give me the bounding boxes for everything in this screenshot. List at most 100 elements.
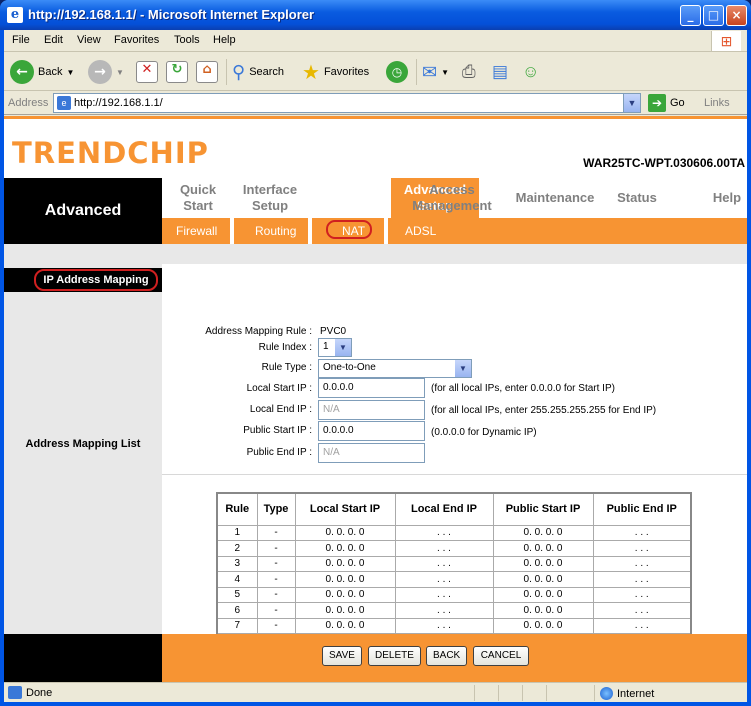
history-button[interactable]: ◷: [386, 58, 408, 86]
menu-tools[interactable]: Tools: [174, 34, 200, 46]
rule-index-select[interactable]: 1 ▼: [318, 338, 352, 357]
table-cell: 5: [216, 586, 258, 603]
section-divider: [162, 474, 747, 475]
subtab-firewall[interactable]: Firewall: [176, 224, 217, 238]
subtab-routing[interactable]: Routing: [255, 224, 296, 238]
public-start-hint: (0.0.0.0 for Dynamic IP): [431, 427, 537, 438]
home-button[interactable]: ⌂: [196, 58, 218, 86]
ie-icon: e: [7, 7, 23, 23]
favorites-button[interactable]: ★ Favorites: [302, 58, 369, 86]
tab-access-management[interactable]: Access Management: [402, 182, 502, 214]
back-label: Back: [38, 66, 63, 78]
menu-help[interactable]: Help: [213, 34, 236, 46]
public-start-input[interactable]: 0.0.0.0: [318, 421, 425, 441]
col-rule: Rule: [216, 492, 258, 526]
page-content: TRENDCHIP WAR25TC-WPT.030606.00TA Advanc…: [4, 116, 747, 682]
stop-icon: ✕: [136, 61, 158, 83]
rule-type-value: One-to-One: [323, 362, 376, 373]
nav-section-title: Advanced: [44, 202, 122, 219]
local-start-input[interactable]: 0.0.0.0: [318, 378, 425, 398]
zone-label: Internet: [617, 687, 655, 700]
menu-edit[interactable]: Edit: [44, 34, 63, 46]
top-accent-bar: [4, 116, 747, 119]
table-cell: . . .: [394, 524, 494, 541]
back-button[interactable]: ← Back ▼: [10, 58, 74, 86]
close-button[interactable]: ×: [726, 5, 747, 26]
cancel-button[interactable]: CANCEL: [473, 646, 529, 666]
print-button[interactable]: ⎙: [462, 58, 476, 86]
model-string: WAR25TC-WPT.030606.00TA: [583, 156, 745, 170]
table-row: 4-0. 0. 0. 0. . . 0. 0. 0. 0. . .: [216, 571, 692, 588]
public-end-input[interactable]: N/A: [318, 443, 425, 463]
tab-maintenance[interactable]: Maintenance: [510, 190, 600, 206]
table-cell: 0. 0. 0. 0: [294, 524, 396, 541]
rule-value: PVC0: [320, 326, 347, 337]
table-cell: . . .: [592, 602, 692, 619]
save-button[interactable]: SAVE: [322, 646, 362, 666]
edit-button[interactable]: ▤: [492, 58, 508, 86]
minimize-button[interactable]: _: [680, 5, 701, 26]
back-arrow-icon: ←: [10, 60, 34, 84]
subtab-adsl[interactable]: ADSL: [405, 224, 436, 238]
tab-status[interactable]: Status: [612, 190, 662, 206]
table-row: 3-0. 0. 0. 0. . . 0. 0. 0. 0. . .: [216, 555, 692, 572]
rule-type-select[interactable]: One-to-One ▼: [318, 359, 472, 378]
history-icon: ◷: [386, 61, 408, 83]
subtab-nat[interactable]: NAT: [342, 224, 365, 238]
table-cell: 0. 0. 0. 0: [492, 571, 594, 588]
tab-help[interactable]: Help: [707, 190, 747, 206]
mapping-table: Rule Type Local Start IP Local End IP Pu…: [216, 492, 692, 650]
edit-page-icon: ▤: [492, 62, 509, 81]
menu-view[interactable]: View: [77, 34, 101, 46]
chevron-down-icon: ▼: [455, 360, 471, 377]
refresh-button[interactable]: ↻: [166, 58, 188, 86]
table-row: 1-0. 0. 0. 0. . . 0. 0. 0. 0. . .: [216, 524, 692, 541]
stop-button[interactable]: ✕: [136, 58, 158, 86]
table-cell: -: [256, 586, 296, 603]
status-text: Done: [26, 687, 53, 699]
delete-button[interactable]: DELETE: [368, 646, 421, 666]
table-cell: -: [256, 555, 296, 572]
maximize-button[interactable]: □: [703, 5, 724, 26]
brand-logo: TRENDCHIP: [12, 136, 209, 170]
forward-button[interactable]: → ▼: [88, 58, 124, 86]
messenger-button[interactable]: ☺: [522, 58, 539, 86]
section-title-box: IP Address Mapping: [4, 268, 162, 292]
address-bar: Address e http://192.168.1.1/ ▼ ➔ Go Lin…: [4, 92, 747, 115]
menu-favorites[interactable]: Favorites: [114, 34, 159, 46]
address-dropdown-icon[interactable]: ▼: [623, 94, 640, 112]
table-cell: . . .: [592, 555, 692, 572]
mail-button[interactable]: ✉ ▼: [422, 58, 449, 86]
table-cell: 0. 0. 0. 0: [294, 540, 396, 557]
home-icon: ⌂: [196, 61, 218, 83]
table-cell: . . .: [592, 540, 692, 557]
star-icon: ★: [302, 61, 320, 84]
table-cell: . . .: [592, 571, 692, 588]
col-public-start: Public Start IP: [492, 492, 594, 526]
search-icon: ⚲: [232, 61, 246, 82]
local-end-label: Local End IP :: [249, 404, 312, 415]
tab-interface-setup[interactable]: Interface Setup: [238, 182, 302, 214]
security-zone: Internet: [600, 687, 654, 700]
search-button[interactable]: ⚲ Search: [232, 58, 284, 86]
table-cell: 0. 0. 0. 0: [492, 540, 594, 557]
back-page-button[interactable]: BACK: [426, 646, 468, 666]
refresh-icon: ↻: [166, 61, 188, 83]
rule-label: Address Mapping Rule :: [205, 326, 312, 337]
table-cell: 0. 0. 0. 0: [294, 602, 396, 619]
list-title: Address Mapping List: [25, 438, 141, 450]
sub-nav: Firewall Routing NAT ADSL: [162, 218, 747, 244]
table-row: 2-0. 0. 0. 0. . . 0. 0. 0. 0. . .: [216, 540, 692, 557]
links-button[interactable]: Links: [704, 97, 730, 109]
address-input[interactable]: e http://192.168.1.1/ ▼: [53, 93, 641, 113]
col-type: Type: [256, 492, 296, 526]
go-button[interactable]: ➔ Go: [648, 94, 685, 112]
tab-quick-start[interactable]: Quick Start: [172, 182, 224, 214]
table-cell: 0. 0. 0. 0: [294, 617, 396, 634]
title-bar[interactable]: e http://192.168.1.1/ - Microsoft Intern…: [0, 0, 751, 30]
section-title: IP Address Mapping: [34, 269, 158, 291]
table-cell: 1: [216, 524, 258, 541]
menu-file[interactable]: File: [12, 34, 30, 46]
local-end-input[interactable]: N/A: [318, 400, 425, 420]
table-cell: 0. 0. 0. 0: [492, 602, 594, 619]
